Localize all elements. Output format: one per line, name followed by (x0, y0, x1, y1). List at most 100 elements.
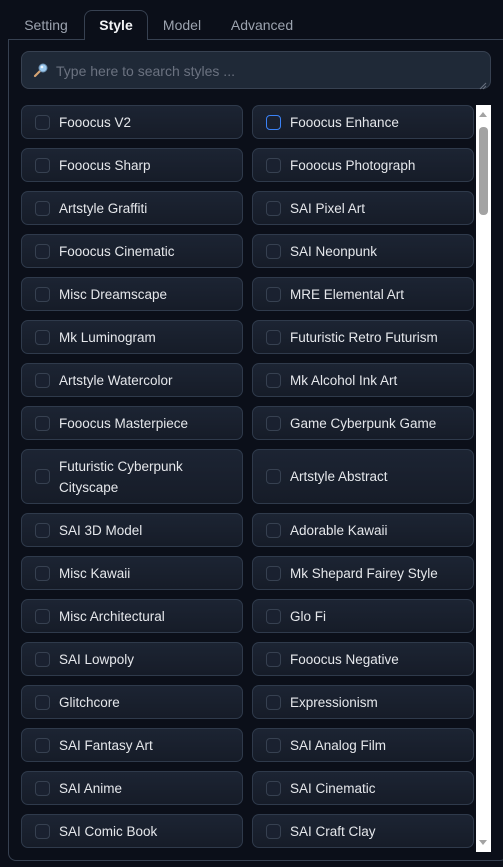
style-checkbox[interactable] (266, 243, 281, 259)
tab-advanced[interactable]: Advanced (222, 12, 302, 38)
style-checkbox[interactable] (35, 329, 50, 345)
style-checkbox[interactable] (35, 651, 50, 667)
tab-setting[interactable]: Setting (14, 12, 78, 38)
style-option[interactable]: Artstyle Watercolor (21, 363, 243, 397)
style-search-input[interactable] (54, 52, 478, 90)
tab-model[interactable]: Model (152, 12, 212, 38)
style-option[interactable]: SAI Comic Book (21, 814, 243, 848)
style-option[interactable]: Mk Shepard Fairey Style (252, 556, 474, 590)
style-checkbox[interactable] (35, 737, 50, 753)
style-checkbox[interactable] (266, 157, 281, 173)
style-checkbox[interactable] (35, 157, 50, 173)
style-option[interactable]: Fooocus Enhance (252, 105, 474, 139)
style-option-label: Game Cyberpunk Game (290, 415, 437, 431)
style-option-label: SAI 3D Model (59, 522, 143, 538)
style-option[interactable]: Adorable Kawaii (252, 513, 474, 547)
style-option[interactable]: Futuristic Cyberpunk Cityscape (21, 449, 243, 504)
style-option[interactable]: Futuristic Retro Futurism (252, 320, 474, 354)
scrollbar-thumb[interactable] (479, 127, 488, 215)
style-checkbox[interactable] (35, 522, 50, 538)
resize-handle-icon[interactable] (479, 77, 487, 90)
style-option[interactable]: Fooocus Photograph (252, 148, 474, 182)
style-checkbox[interactable] (266, 200, 281, 216)
style-option[interactable]: Fooocus Masterpiece (21, 406, 243, 440)
style-option-label: Misc Architectural (59, 608, 165, 624)
style-checkbox[interactable] (266, 651, 281, 667)
style-option-label: Fooocus Masterpiece (59, 415, 189, 431)
style-option-label: Mk Luminogram (59, 329, 156, 345)
style-option-label: Futuristic Cyberpunk Cityscape (59, 458, 183, 495)
style-option[interactable]: Fooocus V2 (21, 105, 243, 139)
style-option[interactable]: Mk Alcohol Ink Art (252, 363, 474, 397)
style-checkbox[interactable] (266, 780, 281, 796)
style-option-label: Adorable Kawaii (290, 522, 388, 538)
scroll-down-arrow-icon[interactable] (479, 840, 487, 845)
style-option[interactable]: SAI 3D Model (21, 513, 243, 547)
style-list-scrollbar[interactable] (476, 105, 491, 852)
style-option[interactable]: Glo Fi (252, 599, 474, 633)
style-option-label: Fooocus Photograph (290, 157, 416, 173)
style-option[interactable]: Fooocus Sharp (21, 148, 243, 182)
style-checkbox[interactable] (266, 608, 281, 624)
style-option[interactable]: Expressionism (252, 685, 474, 719)
style-option-label: Misc Kawaii (59, 565, 131, 581)
style-checkbox[interactable] (35, 608, 50, 624)
style-checkbox[interactable] (266, 737, 281, 753)
style-option[interactable]: Fooocus Negative (252, 642, 474, 676)
style-option[interactable]: SAI Craft Clay (252, 814, 474, 848)
style-search-box[interactable] (21, 51, 491, 90)
style-option[interactable]: SAI Lowpoly (21, 642, 243, 676)
style-option-label: Futuristic Retro Futurism (290, 329, 438, 345)
style-option[interactable]: Glitchcore (21, 685, 243, 719)
style-checkbox[interactable] (35, 372, 50, 388)
tab-bar: Setting Style Model Advanced (0, 0, 503, 40)
style-option[interactable]: SAI Cinematic (252, 771, 474, 805)
style-checkbox[interactable] (266, 286, 281, 302)
style-checkbox[interactable] (35, 415, 50, 431)
style-checkbox[interactable] (35, 823, 50, 839)
magnifier-icon (33, 62, 49, 78)
style-checkbox[interactable] (266, 415, 281, 431)
style-checkbox[interactable] (35, 114, 50, 130)
style-checkbox[interactable] (35, 243, 50, 259)
style-option[interactable]: SAI Anime (21, 771, 243, 805)
style-option[interactable]: SAI Fantasy Art (21, 728, 243, 762)
style-checkbox[interactable] (266, 565, 281, 581)
style-option[interactable]: Mk Luminogram (21, 320, 243, 354)
style-checkbox[interactable] (266, 372, 281, 388)
style-option-label: SAI Pixel Art (290, 200, 366, 216)
style-checkbox[interactable] (35, 469, 50, 484)
style-option[interactable]: SAI Analog Film (252, 728, 474, 762)
style-option[interactable]: Fooocus Cinematic (21, 234, 243, 268)
style-option[interactable]: MRE Elemental Art (252, 277, 474, 311)
style-option[interactable]: Artstyle Graffiti (21, 191, 243, 225)
style-checkbox[interactable] (266, 329, 281, 345)
style-checkbox[interactable] (35, 286, 50, 302)
style-option[interactable]: Misc Kawaii (21, 556, 243, 590)
style-option-label: Fooocus Negative (290, 651, 399, 667)
tab-style[interactable]: Style (84, 10, 148, 40)
style-option[interactable]: Game Cyberpunk Game (252, 406, 474, 440)
style-option[interactable]: Misc Dreamscape (21, 277, 243, 311)
style-option[interactable]: Artstyle Abstract (252, 449, 474, 504)
style-option-label: Glitchcore (59, 694, 120, 710)
style-checkbox[interactable] (35, 694, 50, 710)
style-option-label: Artstyle Watercolor (59, 372, 173, 388)
scroll-up-arrow-icon[interactable] (479, 112, 487, 117)
style-checkbox[interactable] (35, 780, 50, 796)
style-checkbox[interactable] (266, 694, 281, 710)
style-option-label: SAI Anime (59, 780, 123, 796)
style-option[interactable]: SAI Neonpunk (252, 234, 474, 268)
style-option-label: SAI Analog Film (290, 737, 387, 753)
style-option[interactable]: SAI Pixel Art (252, 191, 474, 225)
style-checkbox[interactable] (266, 823, 281, 839)
style-checkbox[interactable] (266, 469, 281, 484)
style-checkbox[interactable] (266, 522, 281, 538)
style-checkbox[interactable] (266, 114, 281, 130)
style-checkbox[interactable] (35, 200, 50, 216)
style-option-label: Misc Dreamscape (59, 286, 168, 302)
style-option-label: SAI Fantasy Art (59, 737, 153, 753)
style-option-label: Mk Alcohol Ink Art (290, 372, 398, 388)
style-checkbox[interactable] (35, 565, 50, 581)
style-option[interactable]: Misc Architectural (21, 599, 243, 633)
